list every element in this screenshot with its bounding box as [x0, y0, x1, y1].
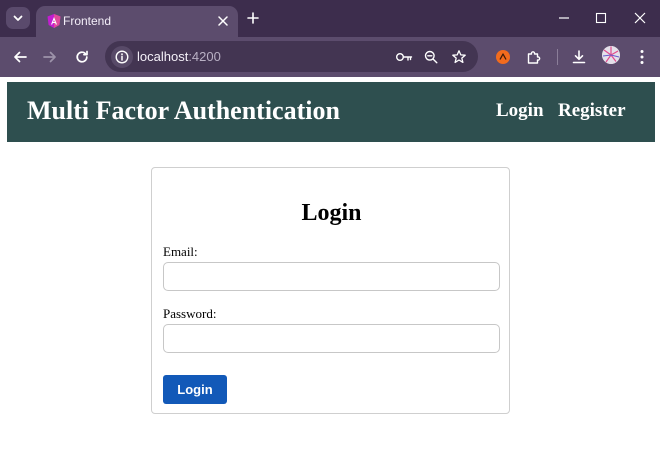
password-field[interactable] — [163, 324, 500, 353]
url-host: localhost — [137, 49, 189, 64]
new-tab-button[interactable] — [243, 8, 263, 28]
tab-search-button[interactable] — [6, 7, 30, 29]
arrow-left-icon — [14, 51, 27, 63]
reload-button[interactable] — [70, 45, 94, 69]
browser-tabstrip: Frontend — [0, 0, 660, 37]
forward-button[interactable] — [38, 45, 62, 69]
nav-register-link[interactable]: Register — [558, 100, 626, 122]
extensions-menu-button[interactable] — [522, 45, 546, 69]
close-icon — [634, 12, 646, 24]
maximize-icon — [595, 12, 607, 24]
password-key-button[interactable] — [394, 47, 414, 67]
maximize-button[interactable] — [588, 6, 614, 30]
app-title: Multi Factor Authentication — [27, 96, 340, 125]
address-bar[interactable]: localhost:4200 — [105, 41, 478, 72]
email-field[interactable] — [163, 262, 500, 291]
angular-logo-icon — [47, 14, 61, 28]
chevron-down-icon — [13, 15, 23, 21]
back-button[interactable] — [8, 45, 32, 69]
login-card: Login Email: Password: Login — [151, 167, 510, 414]
login-submit-button[interactable]: Login — [163, 375, 227, 404]
more-vertical-icon — [640, 50, 644, 64]
browser-tab[interactable]: Frontend — [36, 6, 238, 37]
close-window-button[interactable] — [627, 6, 653, 30]
downloads-button[interactable] — [567, 45, 591, 69]
info-icon — [115, 50, 129, 64]
download-icon — [572, 50, 586, 64]
bookmark-button[interactable] — [449, 47, 469, 67]
zoom-button[interactable] — [421, 47, 441, 67]
email-label: Email: — [163, 244, 198, 259]
puzzle-icon — [527, 51, 541, 64]
app-header: Multi Factor Authentication Login Regist… — [7, 82, 655, 142]
avatar-icon — [602, 46, 620, 64]
minimize-button[interactable] — [551, 6, 577, 30]
key-icon — [396, 53, 413, 61]
close-icon — [218, 16, 228, 26]
login-heading: Login — [301, 200, 362, 226]
reload-icon — [76, 50, 88, 63]
browser-menu-button[interactable] — [630, 45, 654, 69]
tab-close-button[interactable] — [214, 12, 232, 30]
password-label: Password: — [163, 306, 217, 321]
extension-orange-icon — [496, 50, 510, 64]
site-info-button[interactable] — [111, 46, 133, 68]
extension-button[interactable] — [491, 45, 515, 69]
browser-toolbar: localhost:4200 — [0, 37, 660, 77]
zoom-out-icon — [424, 50, 438, 64]
minimize-icon — [559, 17, 569, 19]
tab-title: Frontend — [63, 14, 112, 28]
toolbar-divider — [557, 49, 558, 65]
arrow-right-icon — [43, 51, 56, 63]
plus-icon — [247, 12, 259, 24]
nav-login-link[interactable]: Login — [496, 100, 544, 122]
star-icon — [452, 50, 466, 64]
url-port: :4200 — [188, 49, 221, 64]
profile-avatar[interactable] — [602, 46, 620, 64]
url-text[interactable]: localhost:4200 — [137, 49, 221, 64]
